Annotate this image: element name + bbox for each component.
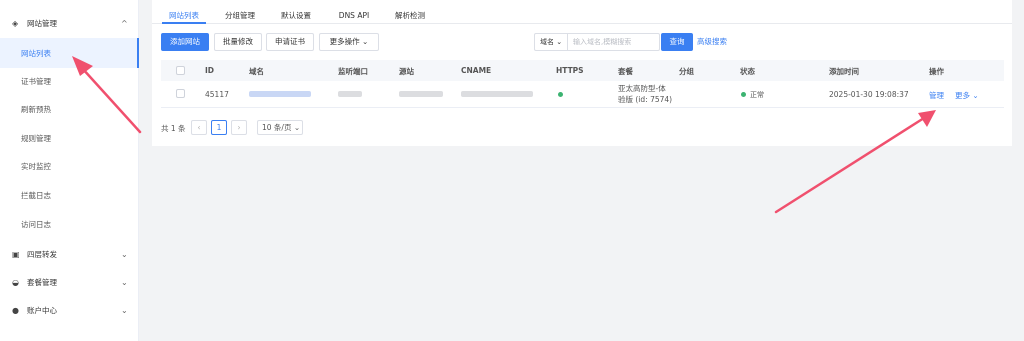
status-ok-dot	[741, 92, 746, 97]
add-website-button[interactable]: 添加网站	[161, 33, 209, 51]
row-plan-line2: 验版 (id: 7574)	[618, 95, 673, 104]
pagination-total: 共 1 条	[161, 124, 186, 133]
search-field-label: 域名	[540, 38, 554, 46]
header-group: 分组	[679, 67, 694, 76]
header-https: HTTPS	[556, 66, 584, 75]
sidebar-item-label: 刷新预热	[21, 104, 51, 114]
row-plan: 亚太高防型-体 验版 (id: 7574)	[618, 83, 672, 105]
redacted-domain	[249, 91, 311, 97]
query-button[interactable]: 查询	[661, 33, 693, 51]
table-row: 45117 亚太高防型-体 验版 (id: 7574) 正常 2025-01-3…	[161, 81, 1004, 108]
chevron-up-icon: ^	[121, 18, 128, 28]
redacted-cname	[461, 91, 533, 97]
header-id: ID	[205, 66, 215, 75]
header-origin: 源站	[399, 67, 414, 76]
advanced-search-link[interactable]: 高级搜索	[697, 33, 727, 51]
main-card: 网站列表 分组管理 默认设置 DNS API 解析检测 添加网站 批量修改 申请…	[152, 0, 1012, 146]
page-1-button[interactable]: 1	[211, 120, 227, 135]
more-actions-link[interactable]: 更多 ⌄	[955, 90, 979, 101]
menu-group-website[interactable]: ◈ 网站管理 ^	[0, 12, 139, 34]
more-actions-label: 更多操作	[329, 37, 360, 46]
sidebar-item-label: 访问日志	[21, 219, 51, 229]
tab-dns-api[interactable]: DNS API	[334, 0, 374, 24]
basket-icon: ◒	[12, 277, 19, 287]
menu-group-plans[interactable]: ◒ 套餐管理 ⌄	[0, 271, 139, 293]
sidebar-item-site-list[interactable]: 网站列表	[0, 38, 139, 68]
sidebar-item-label: 实时监控	[21, 161, 51, 171]
header-actions: 操作	[929, 67, 944, 76]
header-domain: 域名	[249, 67, 264, 76]
table-header: ID 域名 监听端口 源站 CNAME HTTPS 套餐 分组 状态 添加时间 …	[161, 60, 1004, 81]
chevron-down-icon: ⌄	[121, 277, 128, 287]
search-input[interactable]	[569, 34, 659, 50]
header-added-time: 添加时间	[829, 67, 859, 76]
forward-icon: ▣	[12, 249, 20, 259]
sidebar-item-certificates[interactable]: 证书管理	[0, 66, 139, 96]
redacted-origin	[399, 91, 443, 97]
sidebar: ◈ 网站管理 ^ 网站列表 证书管理 刷新预热 规则管理 实时监控 拦截日志 访…	[0, 0, 139, 341]
next-page-button[interactable]: ›	[231, 120, 247, 135]
sidebar-item-refresh-preheat[interactable]: 刷新预热	[0, 94, 139, 124]
tab-bar: 网站列表 分组管理 默认设置 DNS API 解析检测	[152, 0, 1012, 24]
chevron-down-icon: ⌄	[972, 91, 979, 100]
row-checkbox[interactable]	[176, 89, 185, 98]
menu-group-account[interactable]: ● 账户中心 ⌄	[0, 299, 139, 321]
menu-group-label: 账户中心	[27, 305, 57, 315]
chevron-down-icon: ⌄	[121, 249, 128, 259]
tab-group-management[interactable]: 分组管理	[218, 0, 262, 24]
row-added-time: 2025-01-30 19:08:37	[829, 90, 909, 99]
sidebar-item-label: 拦截日志	[21, 190, 51, 200]
sidebar-item-rules[interactable]: 规则管理	[0, 123, 139, 153]
row-status: 正常	[750, 91, 764, 99]
sidebar-item-label: 网站列表	[21, 48, 51, 58]
sidebar-item-label: 规则管理	[21, 133, 51, 143]
search-field-select[interactable]: 域名 ⌄	[535, 34, 568, 50]
page-size-label: 10 条/页	[262, 123, 292, 132]
menu-group-label: 套餐管理	[27, 277, 57, 287]
chevron-down-icon: ⌄	[556, 38, 563, 46]
search-group: 域名 ⌄	[534, 33, 660, 51]
batch-edit-button[interactable]: 批量修改	[214, 33, 262, 51]
sidebar-item-access-log[interactable]: 访问日志	[0, 209, 139, 239]
menu-group-l4-forward[interactable]: ▣ 四层转发 ⌄	[0, 243, 139, 265]
chevron-down-icon: ⌄	[293, 123, 301, 132]
more-link-label: 更多	[955, 91, 970, 100]
row-plan-line1: 亚太高防型-体	[618, 84, 666, 93]
manage-link[interactable]: 管理	[929, 90, 944, 101]
request-cert-button[interactable]: 申请证书	[266, 33, 314, 51]
user-icon: ●	[12, 305, 19, 315]
header-status: 状态	[740, 67, 755, 76]
prev-page-button[interactable]: ‹	[191, 120, 207, 135]
sidebar-item-label: 证书管理	[21, 76, 51, 86]
sidebar-item-intercept-log[interactable]: 拦截日志	[0, 180, 139, 210]
more-actions-button[interactable]: 更多操作 ⌄	[319, 33, 379, 51]
menu-group-label: 四层转发	[27, 249, 57, 259]
page-size-select[interactable]: 10 条/页 ⌄	[257, 120, 303, 135]
sidebar-item-realtime-monitor[interactable]: 实时监控	[0, 151, 139, 181]
header-cname: CNAME	[461, 66, 492, 75]
chevron-down-icon: ⌄	[121, 305, 128, 315]
row-id: 45117	[205, 90, 229, 99]
header-port: 监听端口	[338, 67, 368, 76]
chevron-down-icon: ⌄	[362, 37, 369, 46]
tab-default-settings[interactable]: 默认设置	[274, 0, 318, 24]
globe-icon: ◈	[12, 18, 19, 28]
menu-group-label: 网站管理	[27, 18, 57, 28]
tab-site-list[interactable]: 网站列表	[162, 0, 206, 24]
https-enabled-dot	[558, 92, 563, 97]
header-plan: 套餐	[618, 67, 633, 76]
redacted-port	[338, 91, 362, 97]
select-all-checkbox[interactable]	[176, 66, 185, 75]
tab-resolve-check[interactable]: 解析检测	[388, 0, 432, 24]
